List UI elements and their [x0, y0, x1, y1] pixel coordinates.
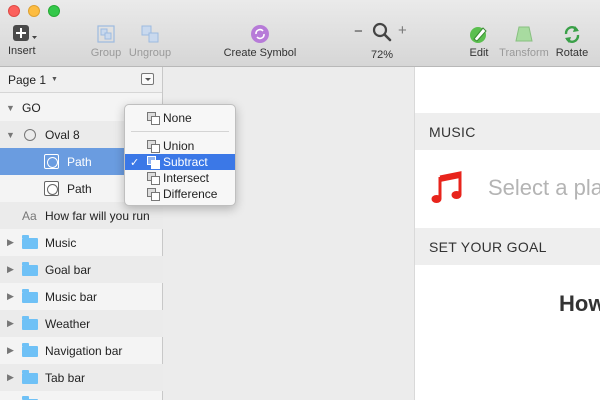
group-icon [96, 24, 116, 44]
zoom-window-button[interactable] [48, 5, 60, 17]
transform-label: Transform [499, 47, 549, 59]
folder-icon [22, 343, 38, 357]
group-label: Group [90, 47, 122, 59]
transform-button[interactable]: Transform [498, 24, 550, 59]
menu-item-label: Subtract [163, 155, 208, 169]
page-selector[interactable]: Page 1 ▼ [0, 67, 162, 93]
layer-label: Music bar [45, 289, 98, 304]
menu-item-label: Union [163, 139, 195, 153]
disclosure-closed-icon[interactable]: ▶ [7, 264, 14, 275]
layer-row-music[interactable]: ▶ Music [0, 229, 163, 256]
toolbar: Insert Group Ungroup Create Symbol − + 7… [0, 0, 600, 67]
create-symbol-button[interactable]: Create Symbol [222, 24, 298, 59]
disclosure-closed-icon[interactable]: ▶ [7, 372, 14, 383]
create-symbol-label: Create Symbol [223, 47, 297, 59]
folder-icon [22, 235, 38, 249]
zoom-control: − + 72% [352, 22, 412, 61]
folder-icon [22, 316, 38, 330]
edit-icon [468, 24, 490, 44]
layer-row-tab-bar[interactable]: ▶ Tab bar [0, 364, 163, 391]
menu-item-subtract[interactable]: ✓ Subtract [125, 154, 235, 170]
menu-item-union[interactable]: Union [125, 138, 235, 154]
layer-row-navigation-bar[interactable]: ▶ Navigation bar [0, 337, 163, 364]
layer-label: Weather [45, 316, 91, 331]
menu-item-difference[interactable]: Difference [125, 186, 235, 202]
ungroup-label: Ungroup [128, 47, 172, 59]
chevron-down-icon: ▼ [51, 76, 58, 83]
zoom-in-button[interactable]: + [398, 22, 407, 39]
checkmark-icon: ✓ [130, 156, 140, 169]
rotate-icon [561, 24, 583, 44]
boolean-operation-menu: None Union ✓ Subtract Intersect Differen… [124, 104, 236, 206]
close-window-button[interactable] [8, 5, 20, 17]
insert-plus-icon [12, 24, 38, 42]
how-far-heading: How [559, 291, 600, 316]
layer-label: Goal bar [45, 262, 92, 277]
layer-row-partial[interactable] [0, 391, 163, 400]
transform-icon [514, 24, 534, 44]
layer-label: How far will you run [45, 208, 150, 223]
select-playlist-text: Select a pla [488, 175, 600, 200]
ungroup-icon [140, 24, 160, 44]
insert-button[interactable]: Insert [8, 24, 42, 57]
ungroup-button[interactable]: Ungroup [128, 24, 172, 59]
page-list-toggle-icon[interactable] [141, 73, 154, 85]
layer-row-goal-bar[interactable]: ▶ Goal bar [0, 256, 163, 283]
disclosure-closed-icon[interactable]: ▶ [7, 237, 14, 248]
layer-row-text[interactable]: Aa How far will you run [0, 202, 163, 229]
layer-row-music-bar[interactable]: ▶ Music bar [0, 283, 163, 310]
folder-icon [22, 370, 38, 384]
path-icon [44, 181, 59, 196]
menu-item-label: Difference [163, 187, 218, 201]
insert-label: Insert [8, 45, 36, 57]
artboard[interactable]: MUSIC Select a pla SET YOUR GOAL How [414, 67, 600, 400]
text-icon: Aa [22, 208, 37, 223]
boolean-difference-icon [147, 188, 160, 201]
rotate-label: Rotate [555, 47, 589, 59]
layer-label: GO [22, 100, 41, 115]
menu-separator [131, 131, 229, 132]
oval-icon [24, 128, 36, 141]
boolean-subtract-icon [147, 156, 160, 169]
menu-item-intersect[interactable]: Intersect [125, 170, 235, 186]
layer-label: Oval 8 [45, 127, 80, 142]
layer-label: Navigation bar [45, 343, 123, 358]
folder-icon [22, 289, 38, 303]
zoom-level: 72% [370, 49, 394, 61]
layer-row-weather[interactable]: ▶ Weather [0, 310, 163, 337]
zoom-out-button[interactable]: − [354, 23, 363, 40]
rotate-button[interactable]: Rotate [554, 24, 590, 59]
layer-label: Path [67, 154, 92, 169]
menu-item-label: None [163, 111, 192, 125]
disclosure-open-icon[interactable]: ▼ [6, 103, 15, 113]
group-button[interactable]: Group [88, 24, 124, 59]
disclosure-open-icon[interactable]: ▼ [6, 130, 15, 140]
disclosure-closed-icon[interactable]: ▶ [7, 291, 14, 302]
layer-label: Tab bar [45, 370, 86, 385]
edit-label: Edit [469, 47, 489, 59]
magnifier-icon [372, 22, 392, 45]
menu-item-label: Intersect [163, 171, 210, 185]
symbol-icon [250, 24, 270, 44]
music-section-header: MUSIC [415, 113, 600, 150]
boolean-union-icon [147, 140, 160, 153]
path-icon [44, 154, 59, 169]
goal-section-header: SET YOUR GOAL [415, 228, 600, 265]
folder-icon [22, 262, 38, 276]
layer-label: Music [45, 235, 77, 250]
boolean-none-icon [147, 112, 160, 125]
disclosure-closed-icon[interactable]: ▶ [7, 318, 14, 329]
music-note-icon [429, 170, 465, 209]
page-name: Page 1 [8, 72, 47, 87]
disclosure-closed-icon[interactable]: ▶ [7, 345, 14, 356]
menu-item-none[interactable]: None [125, 110, 235, 126]
layer-label: Path [67, 181, 92, 196]
minimize-window-button[interactable] [28, 5, 40, 17]
edit-button[interactable]: Edit [466, 24, 492, 59]
boolean-intersect-icon [147, 172, 160, 185]
